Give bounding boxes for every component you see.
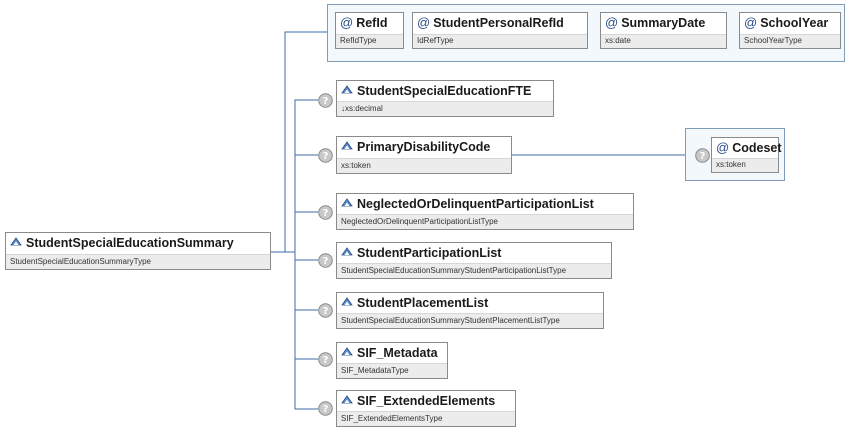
child-element[interactable]: SIF_Metadata SIF_MetadataType <box>336 342 448 379</box>
child-element[interactable]: StudentPlacementList StudentSpecialEduca… <box>336 292 604 329</box>
element-icon <box>341 141 353 150</box>
optional-help-icon[interactable]: ? <box>318 352 333 367</box>
root-element-type: StudentSpecialEducationSummaryType <box>6 254 270 269</box>
children-trunk-lower <box>294 252 318 410</box>
attribute-type: SchoolYearType <box>740 34 840 48</box>
root-element-name: StudentSpecialEducationSummary <box>26 236 234 250</box>
codeset-attributes-group: ? @ Codeset xs:token <box>685 128 785 181</box>
element-icon <box>341 395 353 404</box>
svg-text:?: ? <box>323 404 329 415</box>
child-element[interactable]: StudentParticipationList StudentSpecialE… <box>336 242 612 279</box>
attribute-icon: @ <box>605 15 619 30</box>
child-element-name: StudentPlacementList <box>357 296 489 310</box>
attribute-summarydate[interactable]: @ SummaryDate xs:date <box>600 12 727 49</box>
child-element[interactable]: NeglectedOrDelinquentParticipationList N… <box>336 193 634 230</box>
child-element-type: ↓xs:decimal <box>337 101 553 116</box>
attribute-name: SchoolYear <box>760 16 829 30</box>
child-element-type: xs:token <box>337 158 511 173</box>
attribute-type: xs:date <box>601 34 726 48</box>
element-icon <box>10 237 22 246</box>
attribute-name: StudentPersonalRefId <box>433 16 564 30</box>
optional-help-icon[interactable]: ? <box>318 253 333 268</box>
svg-text:?: ? <box>323 355 329 366</box>
element-icon <box>341 297 353 306</box>
element-icon <box>341 198 353 207</box>
child-element[interactable]: SIF_ExtendedElements SIF_ExtendedElement… <box>336 390 516 427</box>
element-icon <box>341 85 353 94</box>
children-trunk <box>285 99 318 253</box>
root-element[interactable]: StudentSpecialEducationSummary StudentSp… <box>5 232 271 270</box>
attribute-name: RefId <box>356 16 388 30</box>
child-element-type: NeglectedOrDelinquentParticipationListTy… <box>337 214 633 229</box>
child-element-name: NeglectedOrDelinquentParticipationList <box>357 197 594 211</box>
child-element-type: SIF_ExtendedElementsType <box>337 411 515 426</box>
attribute-schoolyear[interactable]: @ SchoolYear SchoolYearType <box>739 12 841 49</box>
attribute-icon: @ <box>417 15 431 30</box>
optional-help-icon[interactable]: ? <box>318 205 333 220</box>
child-element-name: StudentParticipationList <box>357 246 502 260</box>
svg-text:?: ? <box>323 208 329 219</box>
attribute-name: SummaryDate <box>621 16 706 30</box>
attribute-studentpersonalrefid[interactable]: @ StudentPersonalRefId IdRefType <box>412 12 588 49</box>
attribute-refid[interactable]: @ RefId RefIdType <box>335 12 404 49</box>
child-element[interactable]: PrimaryDisabilityCode xs:token <box>336 136 512 174</box>
svg-text:?: ? <box>323 151 329 162</box>
attribute-type: xs:token <box>712 158 778 172</box>
svg-text:?: ? <box>700 151 706 162</box>
child-element[interactable]: StudentSpecialEducationFTE ↓xs:decimal <box>336 80 554 117</box>
attribute-icon: @ <box>744 15 758 30</box>
optional-help-icon[interactable]: ? <box>318 93 333 108</box>
attributes-group: @ RefId RefIdType @ StudentPersonalRefId I… <box>327 4 845 62</box>
child-element-name: PrimaryDisabilityCode <box>357 140 491 154</box>
attribute-icon: @ <box>340 15 354 30</box>
child-element-type: SIF_MetadataType <box>337 363 447 378</box>
optional-help-icon[interactable]: ? <box>318 401 333 416</box>
child-element-type: StudentSpecialEducationSummaryStudentPla… <box>337 313 603 328</box>
svg-text:?: ? <box>323 96 329 107</box>
attribute-codeset[interactable]: @ Codeset xs:token <box>711 137 782 173</box>
optional-help-icon[interactable]: ? <box>318 303 333 318</box>
attribute-type: RefIdType <box>336 34 403 48</box>
svg-text:?: ? <box>323 306 329 317</box>
optional-help-icon[interactable]: ? <box>318 148 333 163</box>
element-icon <box>341 347 353 356</box>
element-icon <box>341 247 353 256</box>
child-element-name: SIF_Metadata <box>357 346 438 360</box>
child-element-name: SIF_ExtendedElements <box>357 394 496 408</box>
attribute-name: Codeset <box>732 141 782 155</box>
child-element-name: StudentSpecialEducationFTE <box>357 84 532 98</box>
svg-text:?: ? <box>323 256 329 267</box>
attribute-type: IdRefType <box>413 34 587 48</box>
optional-help-icon[interactable]: ? <box>695 148 710 163</box>
child-element-type: StudentSpecialEducationSummaryStudentPar… <box>337 263 611 278</box>
attribute-icon: @ <box>716 140 730 155</box>
